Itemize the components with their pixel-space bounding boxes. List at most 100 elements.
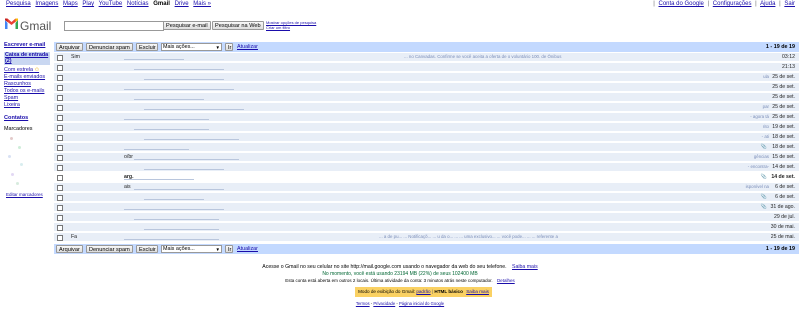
row-checkbox[interactable]	[57, 105, 63, 111]
sidebar-item-sent[interactable]: E-mails enviados	[4, 74, 45, 80]
table-row[interactable]: Sim ... no Canvadas. Confirme se você ace…	[54, 53, 799, 62]
table-row[interactable]: Fa ... a de pu... ... Notificaçõ... ... u…	[54, 233, 799, 242]
link-more[interactable]: Mais »	[193, 1, 211, 7]
legal-links: Termos - Privacidade - Página inicial do…	[0, 301, 800, 306]
table-row[interactable]: rito 19 de set.	[54, 123, 799, 132]
table-row[interactable]: 25 de set.	[54, 83, 799, 92]
row-checkbox[interactable]	[57, 95, 63, 101]
privacy-link[interactable]: Privacidade	[373, 301, 395, 306]
row-checkbox[interactable]	[57, 185, 63, 191]
link-help[interactable]: Ajuda	[760, 1, 775, 7]
link-maps[interactable]: Maps	[63, 1, 78, 7]
row-checkbox[interactable]	[57, 135, 63, 141]
sidebar-item-starred[interactable]: Com estrela ✩	[4, 67, 39, 73]
row-checkbox[interactable]	[57, 65, 63, 71]
separator: |	[707, 1, 710, 7]
row-snippet: - ati	[761, 134, 769, 139]
table-row[interactable]: ais isponível na 6 de set.	[54, 183, 799, 192]
row-checkbox[interactable]	[57, 165, 63, 171]
go-button[interactable]: Ir	[225, 43, 233, 51]
google-home-link[interactable]: Página inicial do Google	[399, 301, 444, 306]
search-web-button[interactable]: Pesquisar na Web	[212, 21, 264, 30]
link-google-account[interactable]: Conta do Google	[659, 1, 704, 7]
search-input[interactable]	[64, 21, 164, 31]
row-checkbox[interactable]	[57, 195, 63, 201]
report-spam-button[interactable]: Denunciar spam	[86, 43, 133, 51]
row-checkbox[interactable]	[57, 115, 63, 121]
redacted-text	[124, 89, 234, 90]
redacted-text	[134, 69, 224, 70]
refresh-link[interactable]: Atualizar	[237, 245, 258, 253]
sidebar-item-trash[interactable]: Lixeira	[4, 102, 20, 108]
row-checkbox[interactable]	[57, 85, 63, 91]
table-row[interactable]: o/br gências 15 de set.	[54, 153, 799, 162]
attachment-icon: 📎	[760, 194, 767, 200]
sidebar-item-all-mail[interactable]: Todos os e-mails	[4, 88, 44, 94]
view-mode-learn-more-link[interactable]: Saiba mais	[466, 289, 489, 294]
row-checkbox[interactable]	[57, 205, 63, 211]
view-mode-banner: Modo de exibição do Gmail: padrão | HTML…	[355, 287, 492, 297]
go-button[interactable]: Ir	[225, 245, 233, 253]
more-actions-select[interactable]: Mais ações... ▼	[161, 245, 222, 253]
row-checkbox[interactable]	[57, 175, 63, 181]
row-checkbox[interactable]	[57, 225, 63, 231]
row-date: 14 de set.	[771, 174, 795, 180]
table-row[interactable]: - encontra- 14 de set.	[54, 163, 799, 172]
row-checkbox[interactable]	[57, 215, 63, 221]
compose-link[interactable]: Escrever e-mail	[4, 42, 45, 48]
archive-button[interactable]: Arquivar	[56, 43, 83, 51]
row-date: 18 de set.	[772, 144, 795, 150]
row-checkbox[interactable]	[57, 145, 63, 151]
archive-button[interactable]: Arquivar	[56, 245, 83, 253]
search-mail-button[interactable]: Pesquisar e-mail	[163, 21, 211, 30]
table-row[interactable]: 📎 31 de ago.	[54, 203, 799, 212]
redacted-text	[144, 79, 224, 80]
link-imagens[interactable]: Imagens	[35, 1, 58, 7]
table-row[interactable]: 30 de mai.	[54, 223, 799, 232]
delete-button[interactable]: Excluir	[136, 43, 158, 51]
create-filter-link[interactable]: Criar um filtro	[266, 25, 316, 31]
link-pesquisa[interactable]: Pesquisa	[6, 1, 31, 7]
row-date: 25 de set.	[772, 114, 795, 120]
standard-view-link[interactable]: padrão	[416, 289, 430, 294]
mobile-learn-more-link[interactable]: Saiba mais	[512, 264, 538, 270]
row-date: 25 de set.	[772, 84, 795, 90]
table-row[interactable]: 📎 18 de set.	[54, 143, 799, 152]
redacted-text	[134, 159, 239, 160]
table-row[interactable]: par 25 de set.	[54, 103, 799, 112]
sidebar-item-inbox[interactable]: Caixa de entrada (2)	[4, 52, 50, 65]
terms-link[interactable]: Termos	[356, 301, 370, 306]
row-checkbox[interactable]	[57, 55, 63, 61]
gmail-logo[interactable]: Gmail	[4, 17, 60, 33]
more-actions-select[interactable]: Mais ações... ▼	[161, 43, 222, 51]
refresh-link[interactable]: Atualizar	[237, 43, 258, 51]
row-checkbox[interactable]	[57, 235, 63, 241]
table-row[interactable]: 25 de set.	[54, 93, 799, 102]
table-row[interactable]: - agora tá 25 de set.	[54, 113, 799, 122]
table-row[interactable]: - ati 18 de set.	[54, 133, 799, 142]
row-snippet: ... no Canvadas. Confirme se você aceita…	[404, 54, 562, 59]
link-settings[interactable]: Configurações	[713, 1, 752, 7]
report-spam-button[interactable]: Denunciar spam	[86, 245, 133, 253]
link-drive[interactable]: Drive	[175, 1, 189, 7]
contacts-link[interactable]: Contatos	[4, 115, 28, 121]
link-signout[interactable]: Sair	[784, 1, 795, 7]
table-row[interactable]: 📎 6 de set.	[54, 193, 799, 202]
link-gmail[interactable]: Gmail	[153, 1, 170, 7]
table-row[interactable]: 21:13	[54, 63, 799, 72]
table-row[interactable]: ula 25 de set.	[54, 73, 799, 82]
link-noticias[interactable]: Notícias	[127, 1, 149, 7]
sidebar-item-drafts[interactable]: Rascunhos	[4, 81, 31, 87]
activity-details-link[interactable]: Detalhes	[497, 278, 515, 283]
redacted-text	[124, 119, 209, 120]
table-row[interactable]: arg. 📎 14 de set.	[54, 173, 799, 182]
row-checkbox[interactable]	[57, 155, 63, 161]
sidebar-item-spam[interactable]: Spam	[4, 95, 18, 101]
row-checkbox[interactable]	[57, 75, 63, 81]
row-checkbox[interactable]	[57, 125, 63, 131]
link-play[interactable]: Play	[82, 1, 94, 7]
link-youtube[interactable]: YouTube	[99, 1, 123, 7]
delete-button[interactable]: Excluir	[136, 245, 158, 253]
table-row[interactable]: 29 de jul.	[54, 213, 799, 222]
edit-labels-link[interactable]: Editar marcadores	[6, 192, 43, 197]
